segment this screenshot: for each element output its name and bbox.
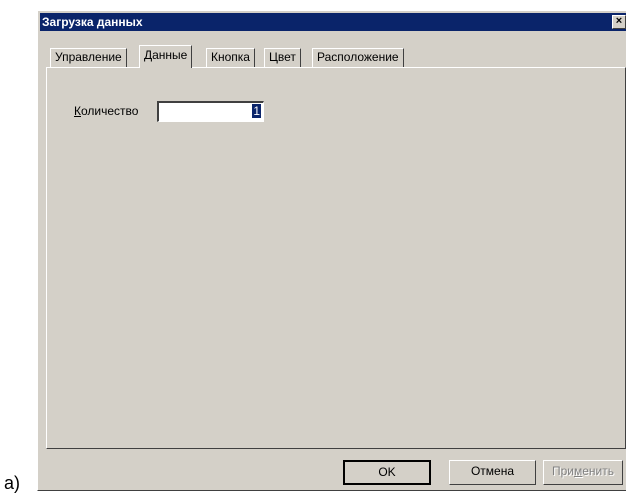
figure-caption: a) xyxy=(4,473,21,493)
quantity-input[interactable]: 1 xyxy=(157,101,264,122)
apply-label-accelerator: м xyxy=(574,464,583,478)
close-icon: × xyxy=(615,15,623,27)
window-title: Загрузка данных xyxy=(42,15,143,29)
tab-button[interactable]: Кнопка xyxy=(206,48,255,67)
tab-control[interactable]: Управление xyxy=(50,48,127,67)
dialog-window: Загрузка данных × Управление Данные Кноп… xyxy=(37,10,626,491)
quantity-label: Количество xyxy=(74,103,138,119)
quantity-label-text: оличество xyxy=(81,104,139,118)
tab-panel-data: Количество 1 xyxy=(46,67,626,449)
tab-data[interactable]: Данные xyxy=(139,45,193,68)
apply-label-post: енить xyxy=(582,464,615,478)
ok-button[interactable]: OK xyxy=(343,460,431,485)
tab-color[interactable]: Цвет xyxy=(264,48,301,67)
quantity-value: 1 xyxy=(252,104,261,118)
tab-location[interactable]: Расположение xyxy=(312,48,404,67)
cancel-button[interactable]: Отмена xyxy=(449,460,536,485)
close-button[interactable]: × xyxy=(612,15,626,29)
title-bar[interactable]: Загрузка данных × xyxy=(40,13,626,31)
quantity-label-accelerator: К xyxy=(74,104,81,118)
apply-button[interactable]: Применить xyxy=(543,460,623,485)
apply-label-pre: При xyxy=(551,464,574,478)
